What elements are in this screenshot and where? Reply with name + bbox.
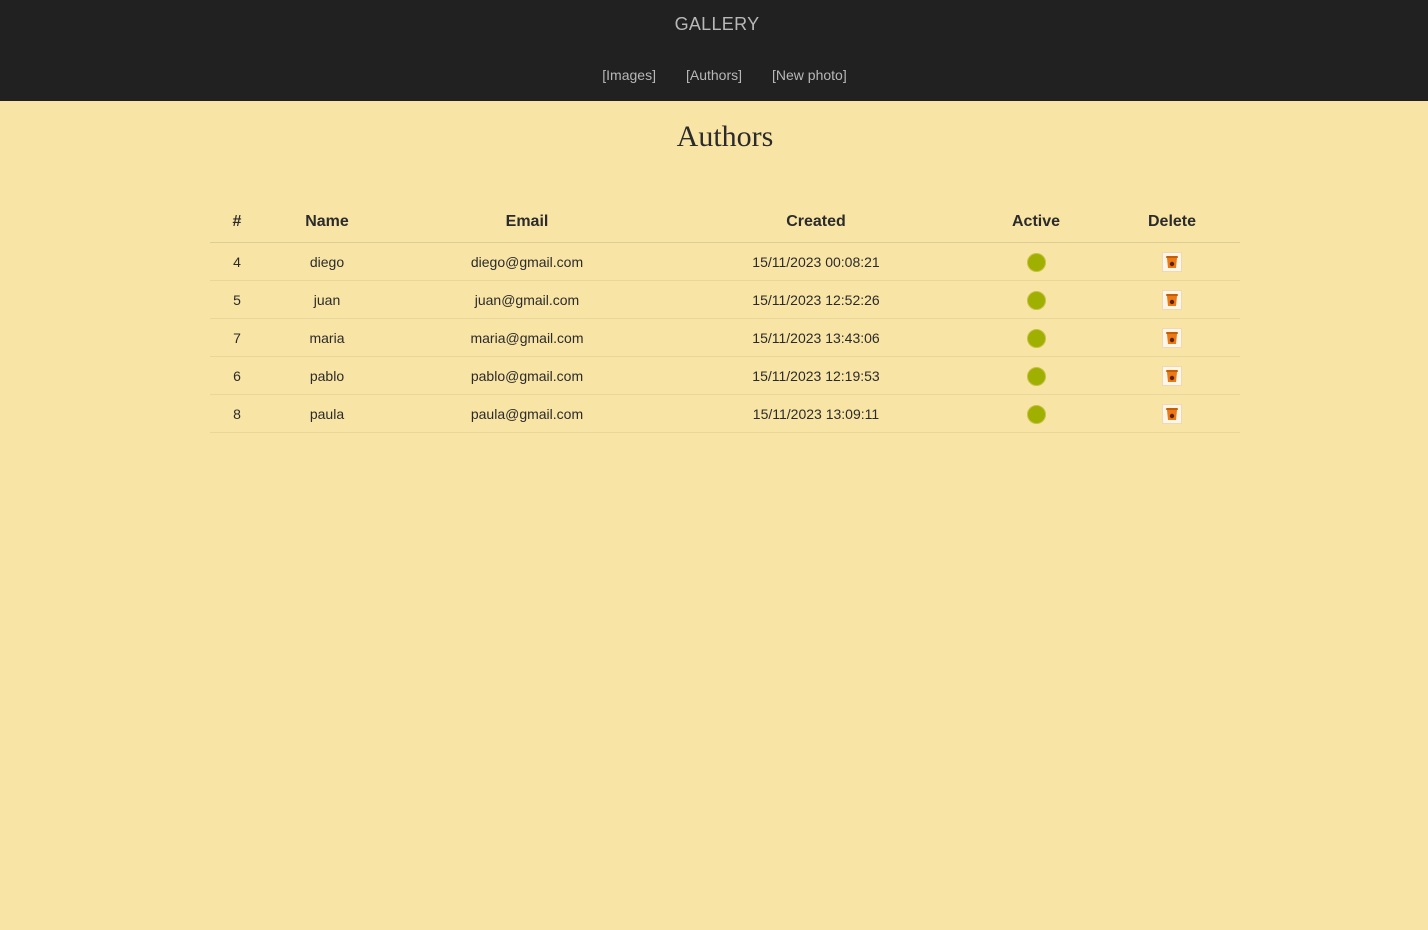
cell-name: paula — [264, 394, 390, 433]
cell-created: 15/11/2023 13:43:06 — [664, 318, 968, 357]
cell-email: maria@gmail.com — [390, 318, 664, 357]
cell-id: 8 — [210, 394, 264, 433]
trash-can-icon[interactable] — [1162, 327, 1182, 348]
cell-id: 6 — [210, 356, 264, 395]
column-header-name: Name — [264, 201, 390, 243]
trash-can-icon[interactable] — [1162, 289, 1182, 310]
cell-created: 15/11/2023 00:08:21 — [664, 242, 968, 281]
cell-created: 15/11/2023 13:09:11 — [664, 394, 968, 433]
column-header-active: Active — [968, 201, 1104, 243]
active-status-icon — [1026, 291, 1046, 310]
cell-delete — [1104, 356, 1240, 395]
table-row: 7 maria maria@gmail.com 15/11/2023 13:43… — [210, 318, 1240, 357]
active-status-icon — [1026, 367, 1046, 386]
trash-can-icon[interactable] — [1162, 403, 1182, 424]
nav-link-images[interactable]: [Images] — [602, 67, 656, 83]
cell-created: 15/11/2023 12:52:26 — [664, 280, 968, 319]
cell-active — [968, 318, 1104, 357]
cell-email: paula@gmail.com — [390, 394, 664, 433]
cell-created: 15/11/2023 12:19:53 — [664, 356, 968, 395]
table-row: 8 paula paula@gmail.com 15/11/2023 13:09… — [210, 394, 1240, 433]
table-row: 5 juan juan@gmail.com 15/11/2023 12:52:2… — [210, 280, 1240, 319]
cell-name: diego — [264, 242, 390, 281]
top-navigation-bar: GALLERY [Images] [Authors] [New photo] — [0, 0, 1428, 101]
cell-name: maria — [264, 318, 390, 357]
table-row: 4 diego diego@gmail.com 15/11/2023 00:08… — [210, 242, 1240, 281]
nav-link-authors[interactable]: [Authors] — [686, 67, 742, 83]
cell-id: 4 — [210, 242, 264, 281]
cell-name: juan — [264, 280, 390, 319]
table-row: 6 pablo pablo@gmail.com 15/11/2023 12:19… — [210, 356, 1240, 395]
table-header-row: # Name Email Created Active Delete — [210, 201, 1240, 243]
active-status-icon — [1026, 329, 1046, 348]
column-header-email: Email — [390, 201, 664, 243]
trash-can-icon[interactable] — [1162, 251, 1182, 272]
cell-active — [968, 356, 1104, 395]
main-nav: [Images] [Authors] [New photo] — [0, 67, 1428, 83]
authors-table: # Name Email Created Active Delete 4 die… — [210, 201, 1240, 433]
cell-delete — [1104, 394, 1240, 433]
cell-delete — [1104, 280, 1240, 319]
cell-email: juan@gmail.com — [390, 280, 664, 319]
column-header-created: Created — [664, 201, 968, 243]
column-header-id: # — [210, 201, 264, 243]
cell-id: 5 — [210, 280, 264, 319]
column-header-delete: Delete — [1104, 201, 1240, 243]
trash-can-icon[interactable] — [1162, 365, 1182, 386]
cell-active — [968, 394, 1104, 433]
cell-delete — [1104, 242, 1240, 281]
cell-active — [968, 280, 1104, 319]
cell-delete — [1104, 318, 1240, 357]
cell-email: diego@gmail.com — [390, 242, 664, 281]
page-title: Authors — [676, 120, 774, 153]
cell-name: pablo — [264, 356, 390, 395]
cell-id: 7 — [210, 318, 264, 357]
nav-link-new-photo[interactable]: [New photo] — [772, 67, 847, 83]
authors-table-container: # Name Email Created Active Delete 4 die… — [210, 201, 1240, 433]
active-status-icon — [1026, 405, 1046, 424]
site-brand: GALLERY — [674, 14, 760, 34]
active-status-icon — [1026, 253, 1046, 272]
cell-email: pablo@gmail.com — [390, 356, 664, 395]
cell-active — [968, 242, 1104, 281]
